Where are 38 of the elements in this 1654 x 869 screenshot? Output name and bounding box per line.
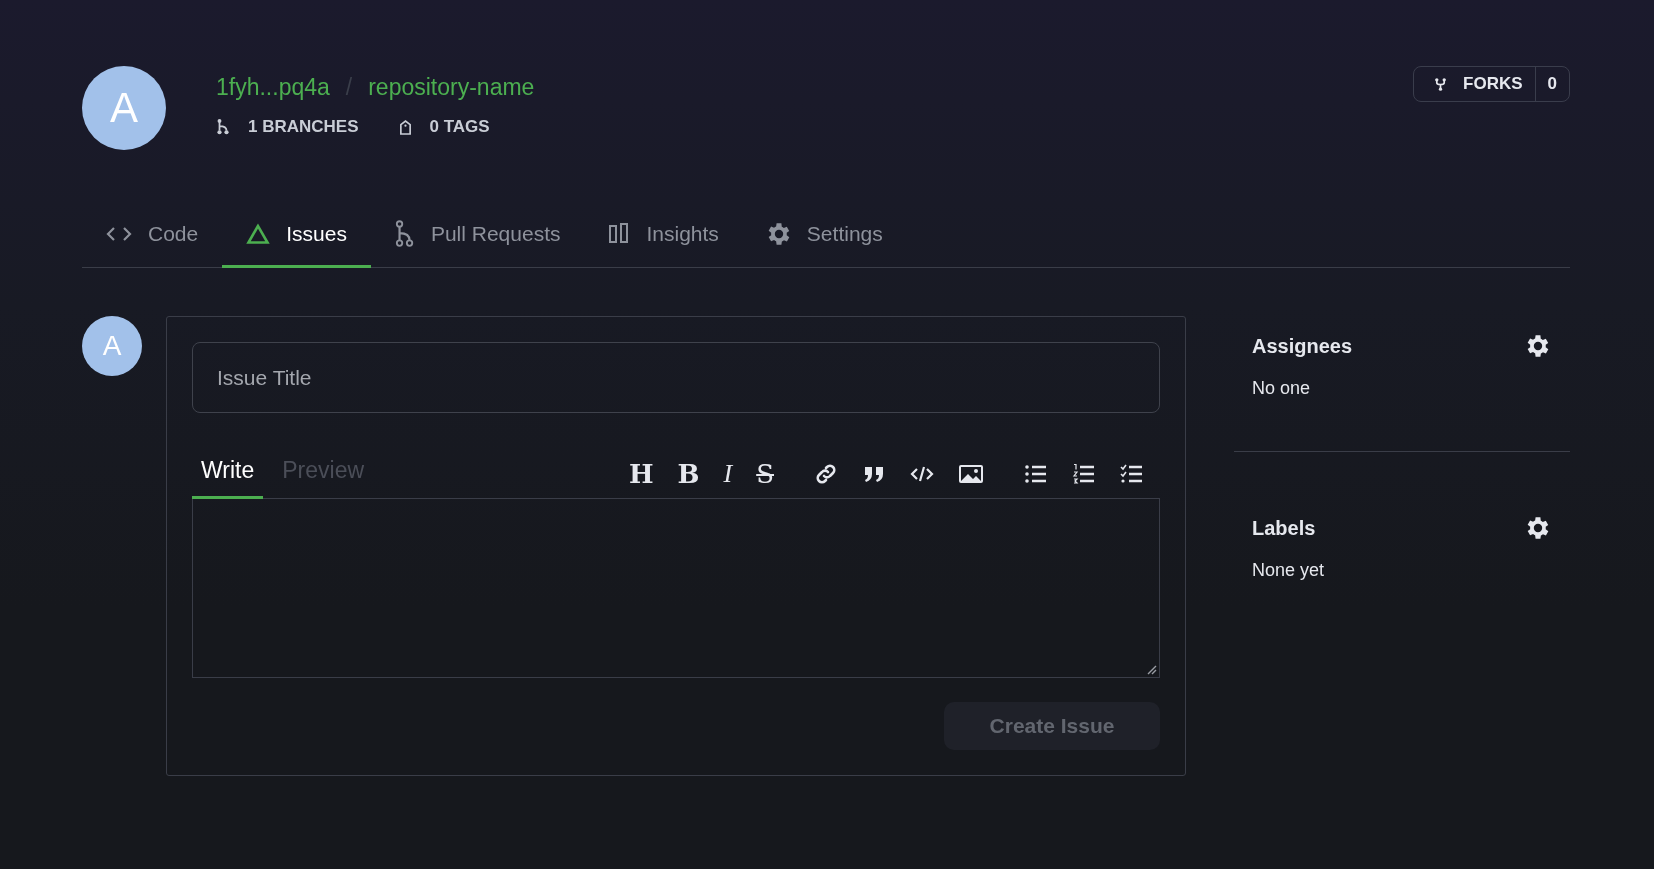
italic-button[interactable]: I <box>723 462 733 487</box>
settings-icon[interactable] <box>1526 516 1550 540</box>
fork-icon <box>1434 76 1448 92</box>
triangle-icon <box>246 222 271 245</box>
bold-button[interactable]: B <box>677 462 700 487</box>
tags-count[interactable]: 0 TAGS <box>429 117 490 137</box>
forks-label: FORKS <box>1463 74 1523 94</box>
sidebar-heading: Assignees <box>1252 334 1353 358</box>
issue-title-input[interactable]: Issue Title <box>192 342 1160 414</box>
settings-icon <box>766 221 791 246</box>
user-avatar: A <box>82 316 142 376</box>
columns-icon <box>608 222 631 245</box>
repository-link[interactable]: repository-name <box>368 74 535 101</box>
owner-link[interactable]: 1fyh...pq4a <box>216 74 330 101</box>
path-separator: / <box>345 74 353 101</box>
forks-count: 0 <box>1546 73 1558 95</box>
resize-handle-icon[interactable] <box>1147 665 1157 675</box>
nav-tab[interactable]: Code <box>82 202 223 268</box>
nav-tab[interactable]: Pull Requests <box>370 202 585 268</box>
numbered-list-icon[interactable] <box>1072 462 1096 487</box>
settings-icon[interactable] <box>1526 334 1550 358</box>
editor-tab[interactable]: Write <box>192 457 264 500</box>
nav-tab[interactable]: Issues <box>222 202 371 268</box>
pull-request-icon <box>394 219 415 248</box>
strikethrough-button[interactable]: S <box>756 462 774 487</box>
heading-button[interactable]: H <box>628 462 654 487</box>
nav-tab[interactable]: Insights <box>584 202 743 268</box>
nav-tab[interactable]: Settings <box>742 202 907 268</box>
branches-count[interactable]: 1 BRANCHES <box>248 117 359 137</box>
image-icon[interactable] <box>958 463 984 486</box>
forks-button[interactable]: FORKS 0 <box>1413 66 1570 102</box>
sidebar-heading: Labels <box>1252 516 1316 540</box>
sidebar-value: None yet <box>1252 560 1326 581</box>
avatar: A <box>82 66 166 150</box>
tag-icon <box>398 118 412 136</box>
sidebar-value: No one <box>1252 378 1312 399</box>
code-icon <box>106 225 132 242</box>
branch-icon <box>216 118 230 136</box>
